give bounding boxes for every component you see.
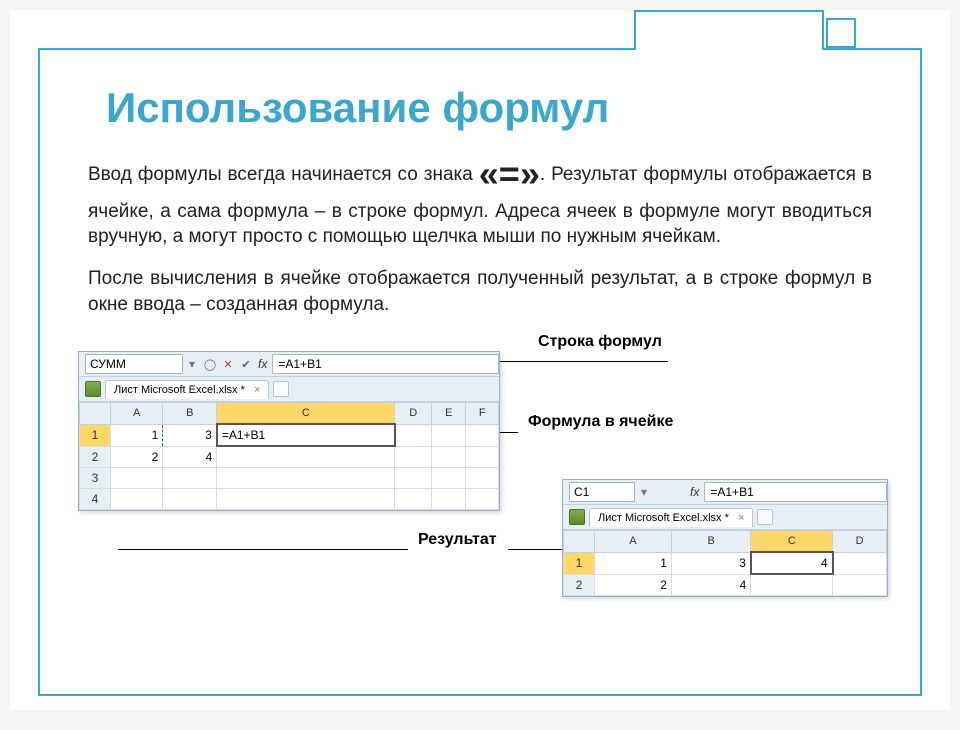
excel-fragment-result: C1 ▾ fx =A1+B1 Лист Microsoft Excel.xlsx… [562,479,888,597]
cell-B4[interactable] [163,489,217,510]
paragraph-2: После вычисления в ячейке отображается п… [88,266,872,317]
grid-2[interactable]: A B C D 1 1 3 4 2 [563,530,887,596]
col2-C[interactable]: C [751,531,833,553]
cell-E3[interactable] [431,468,466,489]
cell-A4[interactable] [111,489,163,510]
cell-E1[interactable] [431,424,466,446]
cell-B2[interactable]: 4 [163,446,217,468]
col-F[interactable]: F [466,403,499,425]
label-formula-in-cell: Формула в ячейке [528,413,673,431]
paragraph-1: Ввод формулы всегда начинается со знака … [88,150,872,250]
name-box-2[interactable]: C1 [569,482,635,502]
col-A[interactable]: A [111,403,163,425]
document-tab-label-2: Лист Microsoft Excel.xlsx * [598,512,729,524]
col-D[interactable]: D [395,403,432,425]
name-box[interactable]: СУММ [85,354,183,374]
close-tab-icon-2[interactable]: × [738,512,744,524]
col-C[interactable]: C [217,403,395,425]
row2-2-header[interactable]: 2 [564,574,595,596]
cell-D2[interactable] [395,446,432,468]
document-tab-row-2: Лист Microsoft Excel.xlsx * × [563,505,887,530]
cell-C2[interactable] [217,446,395,468]
col-E[interactable]: E [431,403,466,425]
slide-page: Использование формул Ввод формулы всегда… [10,10,950,710]
new-sheet-icon-2[interactable] [757,509,773,525]
table-row: 2 2 4 [564,574,887,596]
new-sheet-icon[interactable] [273,381,289,397]
table-row: 2 2 4 [80,446,499,468]
col2-D[interactable]: D [833,531,887,553]
equals-emphasis: «=» [479,153,540,194]
excel-file-icon-2 [569,509,585,525]
cell-A3[interactable] [111,468,163,489]
document-tab-2[interactable]: Лист Microsoft Excel.xlsx * × [589,508,753,527]
row-1-header[interactable]: 1 [80,424,111,446]
confirm-icon[interactable]: ✔ [238,356,254,372]
cell2-A2[interactable]: 2 [595,574,672,596]
formula-bar-row-2: C1 ▾ fx =A1+B1 [563,480,887,505]
row2-1-header[interactable]: 1 [564,552,595,574]
document-tab-row-1: Лист Microsoft Excel.xlsx * × [79,377,499,402]
table-row: 1 1 3 =A1+B1 [80,424,499,446]
cell-E2[interactable] [431,446,466,468]
cell-B3[interactable] [163,468,217,489]
cancel-icon[interactable]: ✕ [220,356,236,372]
formula-input[interactable]: =A1+B1 [272,354,499,374]
grid-1[interactable]: A B C D E F 1 1 3 =A1+B1 [79,402,499,510]
cell-F1[interactable] [466,424,499,446]
cell2-C2[interactable] [751,574,833,596]
table-row: 3 [80,468,499,489]
cell-E4[interactable] [431,489,466,510]
col2-B[interactable]: B [671,531,750,553]
dropdown-icon[interactable]: ▾ [189,357,195,371]
cell2-D1[interactable] [833,552,887,574]
fx-icon-2[interactable]: fx [690,485,699,499]
table-row: 1 1 3 4 [564,552,887,574]
cell-F2[interactable] [466,446,499,468]
col2-A[interactable]: A [595,531,672,553]
cell-B1[interactable]: 3 [163,424,217,446]
corner-cell[interactable] [80,403,111,425]
cell2-A1[interactable]: 1 [595,552,672,574]
formula-bar-row-1: СУММ ▾ ◯ ✕ ✔ fx =A1+B1 [79,352,499,377]
col-B[interactable]: B [163,403,217,425]
cell-C4[interactable] [217,489,395,510]
label-formula-bar: Строка формул [538,333,662,351]
cell-C3[interactable] [217,468,395,489]
dropdown-icon-2[interactable]: ▾ [641,485,647,499]
label-result: Результат [418,531,497,549]
cell-F3[interactable] [466,468,499,489]
corner-cell-2[interactable] [564,531,595,553]
cell-A1[interactable]: 1 [111,424,163,446]
cell-D3[interactable] [395,468,432,489]
text-1a: Ввод формулы всегда начинается со знака [88,164,479,185]
close-tab-icon-1[interactable]: × [254,384,260,396]
page-title: Использование формул [106,84,882,132]
cell-D4[interactable] [395,489,432,510]
document-tab-label-1: Лист Microsoft Excel.xlsx * [114,384,245,396]
corner-decor [634,10,824,50]
fx-icon[interactable]: fx [258,357,267,371]
row-3-header[interactable]: 3 [80,468,111,489]
row-4-header[interactable]: 4 [80,489,111,510]
cell2-D2[interactable] [833,574,887,596]
excel-file-icon [85,381,101,397]
cell-A2[interactable]: 2 [111,446,163,468]
row-2-header[interactable]: 2 [80,446,111,468]
cell-D1[interactable] [395,424,432,446]
formula-input-2[interactable]: =A1+B1 [704,482,887,502]
cell-C1-editing[interactable]: =A1+B1 [217,424,395,446]
arrow-result-left [118,549,408,550]
cell2-B1[interactable]: 3 [671,552,750,574]
excel-fragment-input: СУММ ▾ ◯ ✕ ✔ fx =A1+B1 Лист Microsoft Ex… [78,351,500,511]
cell2-C1-result[interactable]: 4 [751,552,833,574]
content-frame: Использование формул Ввод формулы всегда… [38,48,922,696]
diagram-area: Строка формул Формула в ячейке Результат… [78,333,882,623]
cell-F4[interactable] [466,489,499,510]
circle-icon[interactable]: ◯ [202,356,218,372]
table-row: 4 [80,489,499,510]
document-tab-1[interactable]: Лист Microsoft Excel.xlsx * × [105,380,269,399]
cell2-B2[interactable]: 4 [671,574,750,596]
